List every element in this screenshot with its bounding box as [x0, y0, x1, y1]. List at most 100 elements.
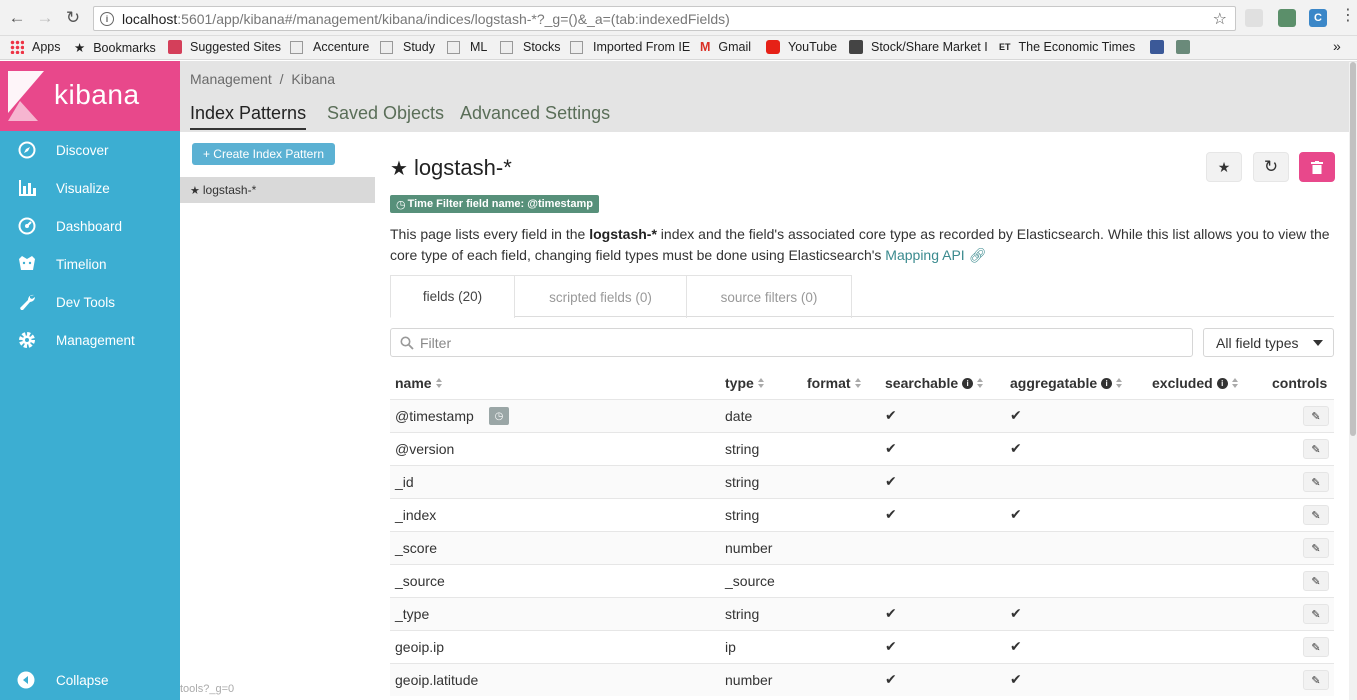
more-bookmarks-icon[interactable]: »: [1333, 38, 1341, 54]
mapping-api-link[interactable]: Mapping API: [885, 247, 964, 263]
column-name[interactable]: name: [395, 375, 443, 391]
gmail-icon: M: [700, 40, 711, 54]
edit-field-button[interactable]: ✎: [1303, 604, 1329, 624]
field-name: _index: [395, 507, 437, 523]
breadcrumb-management[interactable]: Management: [190, 71, 272, 87]
link-icon: 🔗︎: [968, 247, 987, 263]
tab-advanced-settings[interactable]: Advanced Settings: [460, 103, 610, 124]
filter-placeholder: Filter: [420, 334, 452, 351]
table-row: @timestamp ◷ date ✔ ✔ ✎: [390, 399, 1334, 432]
tab-fields[interactable]: fields (20): [390, 275, 515, 318]
nav-management[interactable]: Management: [0, 321, 180, 359]
edit-field-button[interactable]: ✎: [1303, 670, 1329, 690]
kibana-logo[interactable]: kibana: [0, 61, 180, 131]
column-label: format: [807, 375, 851, 391]
dashboard-icon: [17, 216, 37, 236]
column-searchable[interactable]: searchable i: [885, 375, 984, 391]
bookmark-facebook[interactable]: [1150, 40, 1172, 54]
tab-source-filters[interactable]: source filters (0): [686, 275, 852, 318]
column-label: name: [395, 375, 432, 391]
edit-field-button[interactable]: ✎: [1303, 406, 1329, 426]
sort-icon: [757, 378, 765, 388]
tab-index-patterns[interactable]: Index Patterns: [190, 103, 307, 130]
tab-saved-objects[interactable]: Saved Objects: [327, 103, 444, 124]
brand-name: kibana: [54, 79, 140, 110]
info-icon[interactable]: i: [962, 377, 974, 389]
bookmark-ml[interactable]: ML: [447, 40, 487, 54]
info-icon[interactable]: i: [1101, 377, 1113, 389]
collapse-button[interactable]: Collapse: [0, 661, 180, 700]
create-index-pattern-button[interactable]: + Create Index Pattern: [192, 143, 335, 165]
refresh-fields-button[interactable]: ↻: [1253, 152, 1289, 182]
bookmark-image[interactable]: [1176, 40, 1198, 54]
edit-field-button[interactable]: ✎: [1303, 538, 1329, 558]
filter-input[interactable]: Filter: [390, 328, 1193, 357]
info-icon[interactable]: i: [100, 11, 114, 26]
extension-icon[interactable]: C: [1309, 9, 1327, 27]
nav-discover[interactable]: Discover: [0, 131, 180, 169]
edit-field-button[interactable]: ✎: [1303, 472, 1329, 492]
address-bar[interactable]: i localhost:5601/app/kibana#/management/…: [93, 6, 1236, 31]
aggregatable-check-icon: ✔: [1010, 671, 1022, 687]
wrench-icon: [17, 292, 37, 312]
nav-dev-tools[interactable]: Dev Tools: [0, 283, 180, 321]
table-row: _index string ✔ ✔ ✎: [390, 498, 1334, 531]
bookmark-suggested-sites[interactable]: Suggested Sites: [168, 40, 281, 54]
column-format[interactable]: format: [807, 375, 862, 391]
scrollbar-thumb[interactable]: [1350, 62, 1356, 436]
bookmark-stocks[interactable]: Stocks: [500, 40, 561, 54]
bookmark-stock-share-market[interactable]: Stock/Share Market I: [849, 40, 988, 54]
bookmark-economic-times[interactable]: ET The Economic Times: [999, 40, 1135, 54]
field-name: _source: [395, 573, 445, 589]
delete-index-pattern-button[interactable]: [1299, 152, 1335, 182]
searchable-check-icon: ✔: [885, 440, 897, 456]
edit-field-button[interactable]: ✎: [1303, 439, 1329, 459]
breadcrumb-kibana[interactable]: Kibana: [291, 71, 335, 87]
bookmark-imported-from-ie[interactable]: Imported From IE: [570, 40, 690, 54]
bookmarks-bar: Apps ★ Bookmarks Suggested Sites Accentur…: [0, 36, 1357, 60]
searchable-check-icon: ✔: [885, 638, 897, 654]
edit-field-button[interactable]: ✎: [1303, 571, 1329, 591]
tab-scripted-fields[interactable]: scripted fields (0): [514, 275, 687, 318]
field-type: ip: [725, 639, 736, 655]
nav-timelion[interactable]: Timelion: [0, 245, 180, 283]
nav-dashboard[interactable]: Dashboard: [0, 207, 180, 245]
menu-icon[interactable]: ⋮: [1340, 8, 1356, 24]
column-label: searchable: [885, 375, 959, 391]
collapse-arrow-icon: [17, 671, 37, 691]
bookmark-gmail[interactable]: M Gmail: [700, 40, 751, 54]
folder-icon: [570, 40, 583, 54]
index-pattern-item[interactable]: ★ logstash-*: [180, 177, 375, 203]
info-icon[interactable]: i: [1216, 377, 1228, 389]
extension-icon[interactable]: [1245, 9, 1263, 27]
bookmark-star-icon[interactable]: ☆: [1213, 9, 1227, 29]
bookmark-apps[interactable]: Apps: [10, 40, 61, 54]
bookmark-study[interactable]: Study: [380, 40, 435, 54]
edit-field-button[interactable]: ✎: [1303, 505, 1329, 525]
bookmark-label: Imported From IE: [593, 40, 691, 54]
bookmark-accenture[interactable]: Accenture: [290, 40, 369, 54]
bookmark-youtube[interactable]: YouTube: [766, 40, 837, 54]
set-default-button[interactable]: ★: [1206, 152, 1242, 182]
forward-icon[interactable]: →: [32, 5, 58, 31]
column-excluded[interactable]: excluded i: [1152, 375, 1239, 391]
back-icon[interactable]: ←: [4, 5, 30, 31]
reload-icon[interactable]: ↻: [60, 5, 86, 31]
index-pattern-label: logstash-*: [202, 183, 257, 197]
column-label: excluded: [1152, 375, 1213, 391]
field-name: geoip.ip: [395, 639, 445, 655]
economic-times-icon: ET: [999, 42, 1011, 52]
default-star-icon: ★: [390, 157, 408, 180]
compass-icon: [17, 140, 37, 160]
sort-icon: [854, 378, 862, 388]
field-type-select[interactable]: All field types: [1203, 328, 1334, 357]
field-name: _score: [395, 540, 438, 556]
extension-icon[interactable]: [1278, 9, 1296, 27]
field-type: string: [725, 441, 760, 457]
column-type[interactable]: type: [725, 375, 765, 391]
breadcrumb-separator: /: [279, 71, 284, 87]
bookmark-bookmarks[interactable]: ★ Bookmarks: [74, 40, 156, 56]
nav-visualize[interactable]: Visualize: [0, 169, 180, 207]
column-aggregatable[interactable]: aggregatable i: [1010, 375, 1123, 391]
edit-field-button[interactable]: ✎: [1303, 637, 1329, 657]
